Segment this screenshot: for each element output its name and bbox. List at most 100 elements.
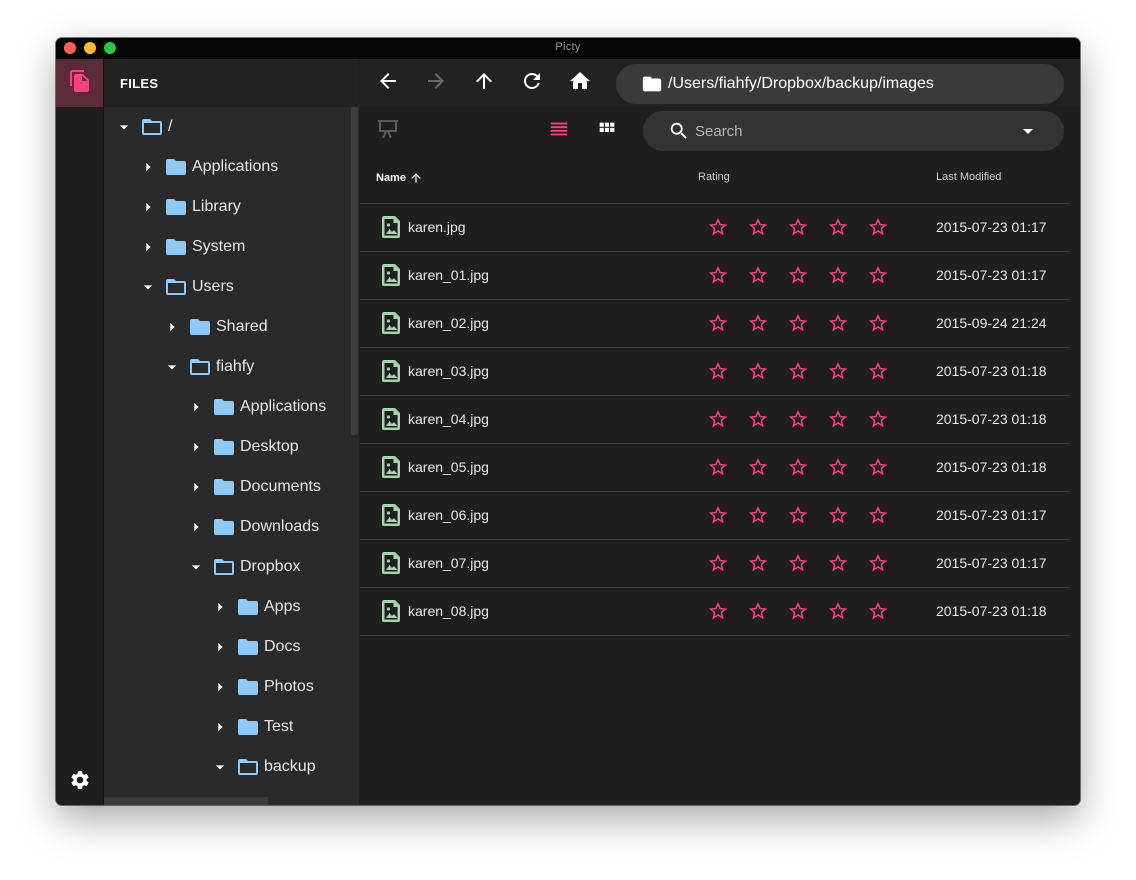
grid-view-button[interactable] bbox=[595, 119, 619, 143]
table-row[interactable]: karen.jpg 2015-07-23 01:17 bbox=[360, 204, 1070, 252]
expand-less-icon[interactable] bbox=[184, 547, 208, 587]
table-row[interactable]: karen_05.jpg 2015-07-23 01:18 bbox=[360, 444, 1070, 492]
star-outline-icon[interactable] bbox=[866, 311, 890, 335]
tree-item[interactable]: Users bbox=[136, 267, 234, 307]
star-outline-icon[interactable] bbox=[786, 455, 810, 479]
expand-more-icon[interactable] bbox=[136, 227, 160, 267]
tree-item[interactable]: Downloads bbox=[184, 507, 319, 547]
star-outline-icon[interactable] bbox=[826, 455, 850, 479]
expand-more-icon[interactable] bbox=[208, 707, 232, 747]
tree-item[interactable]: Library bbox=[136, 187, 241, 227]
settings-button[interactable] bbox=[67, 769, 93, 795]
expand-more-icon[interactable] bbox=[208, 627, 232, 667]
star-outline-icon[interactable] bbox=[706, 215, 730, 239]
expand-more-icon[interactable] bbox=[208, 667, 232, 707]
star-outline-icon[interactable] bbox=[786, 311, 810, 335]
tree-vertical-scrollbar[interactable] bbox=[350, 107, 359, 805]
tree-item[interactable]: Test bbox=[208, 707, 293, 747]
star-outline-icon[interactable] bbox=[786, 359, 810, 383]
expand-more-icon[interactable] bbox=[208, 587, 232, 627]
star-outline-icon[interactable] bbox=[866, 503, 890, 527]
star-outline-icon[interactable] bbox=[826, 215, 850, 239]
path-input[interactable]: /Users/fiahfy/Dropbox/backup/images bbox=[616, 64, 1064, 104]
tree-item[interactable]: Applications bbox=[136, 147, 278, 187]
tree-scroll-thumb[interactable] bbox=[351, 107, 358, 435]
search-field[interactable]: Search bbox=[643, 111, 1064, 151]
star-outline-icon[interactable] bbox=[706, 455, 730, 479]
star-outline-icon[interactable] bbox=[866, 407, 890, 431]
star-outline-icon[interactable] bbox=[826, 407, 850, 431]
star-outline-icon[interactable] bbox=[866, 599, 890, 623]
star-outline-icon[interactable] bbox=[706, 263, 730, 287]
star-outline-icon[interactable] bbox=[746, 311, 770, 335]
column-header-rating[interactable]: Rating bbox=[698, 171, 730, 183]
star-outline-icon[interactable] bbox=[786, 263, 810, 287]
star-outline-icon[interactable] bbox=[746, 551, 770, 575]
arrow-drop-down-icon[interactable] bbox=[1016, 119, 1040, 143]
tree-item[interactable]: / bbox=[112, 107, 172, 147]
tree-item[interactable]: backup bbox=[208, 747, 316, 787]
star-outline-icon[interactable] bbox=[786, 407, 810, 431]
tree-item[interactable]: fiahfy bbox=[160, 347, 254, 387]
star-outline-icon[interactable] bbox=[746, 455, 770, 479]
expand-less-icon[interactable] bbox=[136, 267, 160, 307]
star-outline-icon[interactable] bbox=[866, 455, 890, 479]
star-outline-icon[interactable] bbox=[786, 503, 810, 527]
star-outline-icon[interactable] bbox=[826, 359, 850, 383]
expand-more-icon[interactable] bbox=[136, 187, 160, 227]
star-outline-icon[interactable] bbox=[746, 359, 770, 383]
star-outline-icon[interactable] bbox=[706, 359, 730, 383]
tree-item[interactable]: Documents bbox=[184, 467, 321, 507]
table-row[interactable]: karen_01.jpg 2015-07-23 01:17 bbox=[360, 252, 1070, 300]
table-row[interactable]: karen_02.jpg 2015-09-24 21:24 bbox=[360, 300, 1070, 348]
slideshow-button[interactable] bbox=[376, 119, 400, 143]
column-header-name[interactable]: Name bbox=[376, 171, 423, 185]
star-outline-icon[interactable] bbox=[746, 599, 770, 623]
list-view-button[interactable] bbox=[547, 119, 571, 143]
parent-folder-button[interactable] bbox=[472, 71, 496, 95]
tree-item[interactable]: Docs bbox=[208, 627, 300, 667]
star-outline-icon[interactable] bbox=[746, 215, 770, 239]
expand-more-icon[interactable] bbox=[184, 507, 208, 547]
star-outline-icon[interactable] bbox=[866, 215, 890, 239]
star-outline-icon[interactable] bbox=[826, 311, 850, 335]
tree-item[interactable]: Shared bbox=[160, 307, 268, 347]
star-outline-icon[interactable] bbox=[746, 263, 770, 287]
expand-more-icon[interactable] bbox=[184, 387, 208, 427]
expand-less-icon[interactable] bbox=[208, 747, 232, 787]
folder-tree[interactable]: / Applications Library System Users Shared fia… bbox=[104, 107, 350, 805]
refresh-button[interactable] bbox=[520, 71, 544, 95]
forward-button[interactable] bbox=[424, 71, 448, 95]
tree-horizontal-scrollbar[interactable] bbox=[104, 797, 268, 805]
tree-item[interactable]: Applications bbox=[184, 387, 326, 427]
table-row[interactable]: karen_08.jpg 2015-07-23 01:18 bbox=[360, 588, 1070, 636]
tree-item[interactable]: System bbox=[136, 227, 245, 267]
explorer-button[interactable] bbox=[56, 59, 103, 107]
expand-more-icon[interactable] bbox=[160, 307, 184, 347]
star-outline-icon[interactable] bbox=[866, 263, 890, 287]
expand-more-icon[interactable] bbox=[184, 427, 208, 467]
table-row[interactable]: karen_07.jpg 2015-07-23 01:17 bbox=[360, 540, 1070, 588]
tree-item[interactable]: Desktop bbox=[184, 427, 299, 467]
star-outline-icon[interactable] bbox=[706, 551, 730, 575]
column-header-last-modified[interactable]: Last Modified bbox=[936, 171, 1001, 183]
star-outline-icon[interactable] bbox=[826, 263, 850, 287]
star-outline-icon[interactable] bbox=[746, 503, 770, 527]
star-outline-icon[interactable] bbox=[706, 311, 730, 335]
home-button[interactable] bbox=[568, 71, 592, 95]
star-outline-icon[interactable] bbox=[786, 215, 810, 239]
expand-more-icon[interactable] bbox=[184, 467, 208, 507]
tree-item[interactable]: Dropbox bbox=[184, 547, 300, 587]
star-outline-icon[interactable] bbox=[826, 503, 850, 527]
star-outline-icon[interactable] bbox=[866, 551, 890, 575]
back-button[interactable] bbox=[376, 71, 400, 95]
table-row[interactable]: karen_04.jpg 2015-07-23 01:18 bbox=[360, 396, 1070, 444]
expand-more-icon[interactable] bbox=[136, 147, 160, 187]
expand-less-icon[interactable] bbox=[160, 347, 184, 387]
star-outline-icon[interactable] bbox=[866, 359, 890, 383]
table-row[interactable]: karen_03.jpg 2015-07-23 01:18 bbox=[360, 348, 1070, 396]
star-outline-icon[interactable] bbox=[786, 551, 810, 575]
star-outline-icon[interactable] bbox=[826, 599, 850, 623]
table-row[interactable]: karen_06.jpg 2015-07-23 01:17 bbox=[360, 492, 1070, 540]
star-outline-icon[interactable] bbox=[746, 407, 770, 431]
